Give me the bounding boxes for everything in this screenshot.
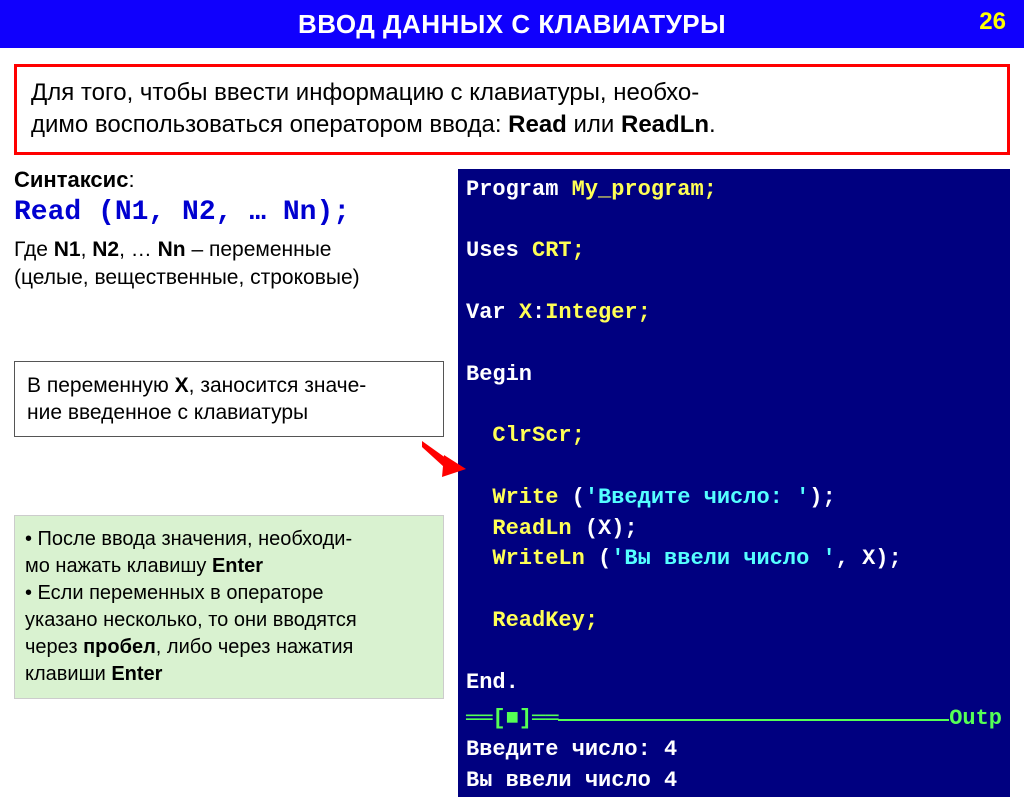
intro-line2a: димо воспользоваться оператором ввода:: [31, 111, 508, 138]
intro-box: Для того, чтобы ввести информацию с клав…: [14, 64, 1010, 155]
code-line-1: Program My_program;: [466, 175, 1002, 206]
slide-header: ВВОД ДАННЫХ С КЛАВИАТУРЫ 26: [0, 0, 1024, 48]
intro-period: .: [709, 111, 716, 138]
output-line-2: Вы ввели число 4: [466, 766, 1002, 797]
left-column: Синтаксис: Read (N1, N2, … Nn); Где N1, …: [14, 165, 444, 797]
intro-or: или: [567, 111, 621, 138]
code-line-3: Var X:Integer;: [466, 298, 1002, 329]
output-separator: ══[■]══ Outp: [466, 704, 1002, 735]
code-line-2: Uses CRT;: [466, 236, 1002, 267]
code-line-6: Write ('Введите число: ');: [466, 483, 1002, 514]
main-columns: Синтаксис: Read (N1, N2, … Nn); Где N1, …: [0, 165, 1024, 797]
hint2-line4: клавиши Enter: [25, 661, 433, 688]
code-line-8: WriteLn ('Вы ввели число ', X);: [466, 544, 1002, 575]
hint2-line2: указано несколько, то они вводятся: [25, 607, 433, 634]
separator-line-icon: [558, 719, 949, 721]
output-line-1: Введите число: 4: [466, 735, 1002, 766]
syntax-desc: Где N1, N2, … Nn – переменные (целые, ве…: [14, 236, 444, 291]
code-line-5: ClrScr;: [466, 421, 1002, 452]
code-line-9: ReadKey;: [466, 606, 1002, 637]
intro-line1: Для того, чтобы ввести информацию с клав…: [31, 79, 699, 106]
intro-kw-readln: ReadLn: [621, 111, 709, 138]
variable-note-box: В переменную X, заносится значе- ние вве…: [14, 361, 444, 438]
code-line-10: End.: [466, 668, 1002, 699]
right-column: Program My_program; Uses CRT; Var X:Inte…: [458, 169, 1010, 797]
syntax-code: Read (N1, N2, … Nn);: [14, 197, 350, 228]
syntax-block: Синтаксис: Read (N1, N2, … Nn); Где N1, …: [14, 165, 444, 291]
slide-number: 26: [979, 8, 1006, 36]
code-line-4: Begin: [466, 360, 1002, 391]
hint1-line1: • После ввода значения, необходи-: [25, 526, 433, 553]
hint1-line2: мо нажать клавишу Enter: [25, 553, 433, 580]
code-editor: Program My_program; Uses CRT; Var X:Inte…: [458, 169, 1010, 797]
syntax-colon: :: [128, 167, 134, 192]
hint2-line1: • Если переменных в операторе: [25, 580, 433, 607]
hints-box: • После ввода значения, необходи- мо наж…: [14, 515, 444, 699]
intro-kw-read: Read: [508, 111, 567, 138]
arrow-icon: [420, 437, 466, 477]
slide-title: ВВОД ДАННЫХ С КЛАВИАТУРЫ: [298, 9, 726, 40]
hint2-line3: через пробел, либо через нажатия: [25, 634, 433, 661]
syntax-label: Синтаксис: [14, 167, 128, 192]
code-line-7: ReadLn (X);: [466, 514, 1002, 545]
